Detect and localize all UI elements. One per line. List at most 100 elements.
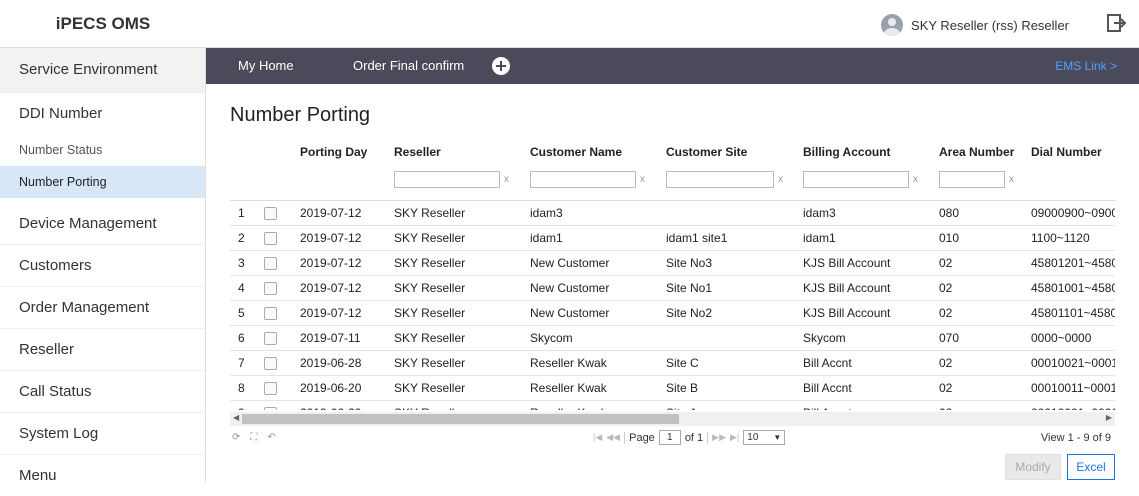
table-row[interactable]: 8 2019-06-20 SKY Reseller Reseller Kwak Site… <box>230 375 1115 401</box>
sidebar-item-ddi-number[interactable]: DDI Number <box>0 93 205 134</box>
sidebar-item-service-environment[interactable]: Service Environment <box>0 48 205 93</box>
row-checkbox[interactable] <box>264 407 277 410</box>
cell-porting-day: 2019-07-12 <box>292 275 386 301</box>
filter-clear-icon[interactable]: x <box>640 174 645 185</box>
cell-reseller: SKY Reseller <box>386 250 522 276</box>
sidebar-item-menu[interactable]: Menu <box>0 455 205 496</box>
expand-icon[interactable]: ⛶ <box>250 432 257 443</box>
sidebar-item-reseller[interactable]: Reseller <box>0 329 205 371</box>
horizontal-scrollbar[interactable]: ◀ ▶ <box>230 412 1115 426</box>
cell-customer-site <box>658 200 795 226</box>
chevron-down-icon: ▼ <box>773 433 782 442</box>
cell-dial-number: 00010021~0001 <box>1023 350 1115 376</box>
refresh-icon[interactable]: ⟳ <box>232 432 240 443</box>
col-reseller[interactable]: Reseller <box>386 140 522 164</box>
sidebar-sub-number-porting[interactable]: Number Porting <box>0 166 205 198</box>
cell-customer-name: New Customer <box>522 250 658 276</box>
cell-reseller: SKY Reseller <box>386 375 522 401</box>
cell-porting-day: 2019-07-12 <box>292 250 386 276</box>
filter-reseller-input[interactable] <box>394 170 500 188</box>
cell-billing-account: idam1 <box>795 225 931 251</box>
table-row[interactable]: 6 2019-07-11 SKY Reseller Skycom Skycom 070 00… <box>230 325 1115 351</box>
table-row[interactable]: 2 2019-07-12 SKY Reseller idam1 idam1 site1 i… <box>230 225 1115 251</box>
col-dial-number[interactable]: Dial Number <box>1023 140 1115 164</box>
cell-porting-day: 2019-07-12 <box>292 300 386 326</box>
cell-customer-site: Site B <box>658 375 795 401</box>
prev-page-icon[interactable]: ◀◀ <box>606 432 620 443</box>
row-checkbox[interactable] <box>264 257 277 271</box>
table-row[interactable]: 1 2019-07-12 SKY Reseller idam3 idam3 080 0900… <box>230 200 1115 226</box>
modify-button[interactable]: Modify <box>1005 454 1061 480</box>
filter-clear-icon[interactable]: x <box>913 174 918 185</box>
scrollbar-thumb[interactable] <box>242 414 679 424</box>
col-customer-name[interactable]: Customer Name <box>522 140 658 164</box>
filter-customer-site-input[interactable] <box>666 170 774 188</box>
first-page-icon[interactable]: |◀ <box>593 432 602 443</box>
col-select <box>256 140 292 164</box>
cell-billing-account: Skycom <box>795 325 931 351</box>
cell-area-number: 02 <box>931 250 1023 276</box>
cell-porting-day: 2019-06-20 <box>292 400 386 410</box>
logout-icon[interactable] <box>1105 12 1127 34</box>
cell-customer-name: New Customer <box>522 300 658 326</box>
view-count: View 1 - 9 of 9 <box>1040 432 1111 444</box>
page-size-select[interactable]: 10 ▼ <box>743 430 786 445</box>
cell-dial-number: 09000900~0900 <box>1023 200 1115 226</box>
table-row[interactable]: 3 2019-07-12 SKY Reseller New Customer Site … <box>230 250 1115 276</box>
cell-dial-number: 00010001~0001 <box>1023 400 1115 410</box>
table-row[interactable]: 5 2019-07-12 SKY Reseller New Customer Site … <box>230 300 1115 326</box>
table-row[interactable]: 7 2019-06-28 SKY Reseller Reseller Kwak Site… <box>230 350 1115 376</box>
row-checkbox[interactable] <box>264 357 277 371</box>
filter-clear-icon[interactable]: x <box>504 174 509 185</box>
header-row: Porting Day Reseller Customer Name Custo… <box>230 140 1115 164</box>
excel-button[interactable]: Excel <box>1067 454 1115 480</box>
porting-table: Porting Day Reseller Customer Name Custo… <box>230 140 1115 410</box>
next-page-icon[interactable]: ▶▶ <box>712 432 726 443</box>
filter-customer-name-input[interactable] <box>530 170 636 188</box>
add-icon[interactable] <box>492 57 510 75</box>
cell-customer-name: idam3 <box>522 200 658 226</box>
sidebar-item-customers[interactable]: Customers <box>0 245 205 287</box>
filter-empty <box>1023 164 1115 192</box>
cell-reseller: SKY Reseller <box>386 400 522 410</box>
app-logo[interactable]: iPECS OMS <box>0 0 206 48</box>
sidebar-item-call-status[interactable]: Call Status <box>0 371 205 413</box>
row-checkbox[interactable] <box>264 207 277 221</box>
row-checkbox[interactable] <box>264 332 277 346</box>
nav-order-final-confirm[interactable]: Order Final confirm <box>353 48 464 84</box>
last-page-icon[interactable]: ▶| <box>730 432 739 443</box>
filter-area-number-input[interactable] <box>939 170 1005 188</box>
sidebar-sub-number-status[interactable]: Number Status <box>0 134 205 166</box>
table-row[interactable]: 9 2019-06-20SKY ResellerReseller KwakSite… <box>230 400 1115 410</box>
sidebar-item-order-management[interactable]: Order Management <box>0 287 205 329</box>
col-billing-account[interactable]: Billing Account <box>795 140 931 164</box>
user-info[interactable]: SKY Reseller (rss) Reseller <box>881 14 1069 36</box>
sidebar-item-device-management[interactable]: Device Management <box>0 203 205 245</box>
page-size-value: 10 <box>747 432 759 443</box>
undo-icon[interactable]: ↶ <box>267 432 275 443</box>
cell-dial-number: 45801201~4580 <box>1023 250 1115 276</box>
ems-link[interactable]: EMS Link > <box>1055 48 1117 84</box>
row-checkbox[interactable] <box>264 282 277 296</box>
scroll-left-icon[interactable]: ◀ <box>233 413 239 422</box>
sidebar-item-system-log[interactable]: System Log <box>0 413 205 455</box>
row-checkbox[interactable] <box>264 232 277 246</box>
row-checkbox[interactable] <box>264 382 277 396</box>
cell-customer-name: Reseller Kwak <box>522 375 658 401</box>
cell-dial-number: 00010011~0001 <box>1023 375 1115 401</box>
col-customer-site[interactable]: Customer Site <box>658 140 795 164</box>
filter-billing-account-input[interactable] <box>803 170 909 188</box>
cell-porting-day: 2019-06-28 <box>292 350 386 376</box>
scroll-right-icon[interactable]: ▶ <box>1106 413 1112 422</box>
nav-my-home[interactable]: My Home <box>238 48 294 84</box>
cell-porting-day: 2019-07-12 <box>292 200 386 226</box>
filter-clear-icon[interactable]: x <box>778 174 783 185</box>
table-row[interactable]: 4 2019-07-12 SKY Reseller New Customer Site … <box>230 275 1115 301</box>
col-area-number[interactable]: Area Number <box>931 140 1023 164</box>
cell-dial-number: 45801001~4580 <box>1023 275 1115 301</box>
filter-clear-icon[interactable]: x <box>1009 174 1014 185</box>
row-checkbox[interactable] <box>264 307 277 321</box>
page-input[interactable]: 1 <box>658 430 681 445</box>
col-porting-day[interactable]: Porting Day <box>292 140 386 164</box>
cell-reseller: SKY Reseller <box>386 200 522 226</box>
